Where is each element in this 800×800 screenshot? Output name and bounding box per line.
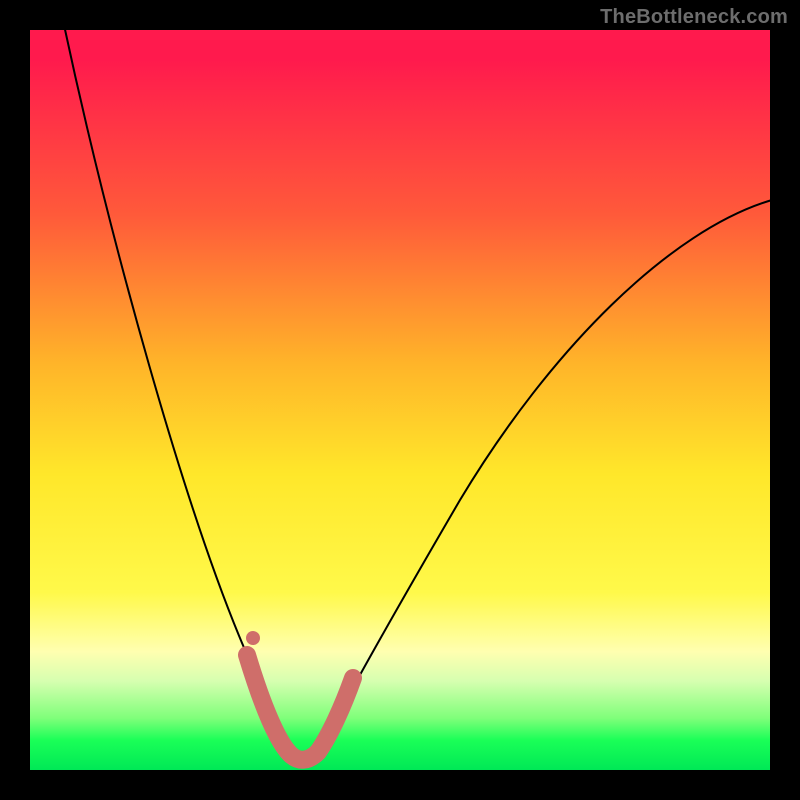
- chart-frame: [30, 30, 770, 770]
- optimal-range-start-dot: [246, 631, 260, 645]
- watermark-text: TheBottleneck.com: [600, 6, 788, 29]
- bottleneck-curve: [64, 25, 772, 763]
- optimal-range-highlight: [247, 655, 353, 760]
- bottleneck-plot: [30, 30, 770, 770]
